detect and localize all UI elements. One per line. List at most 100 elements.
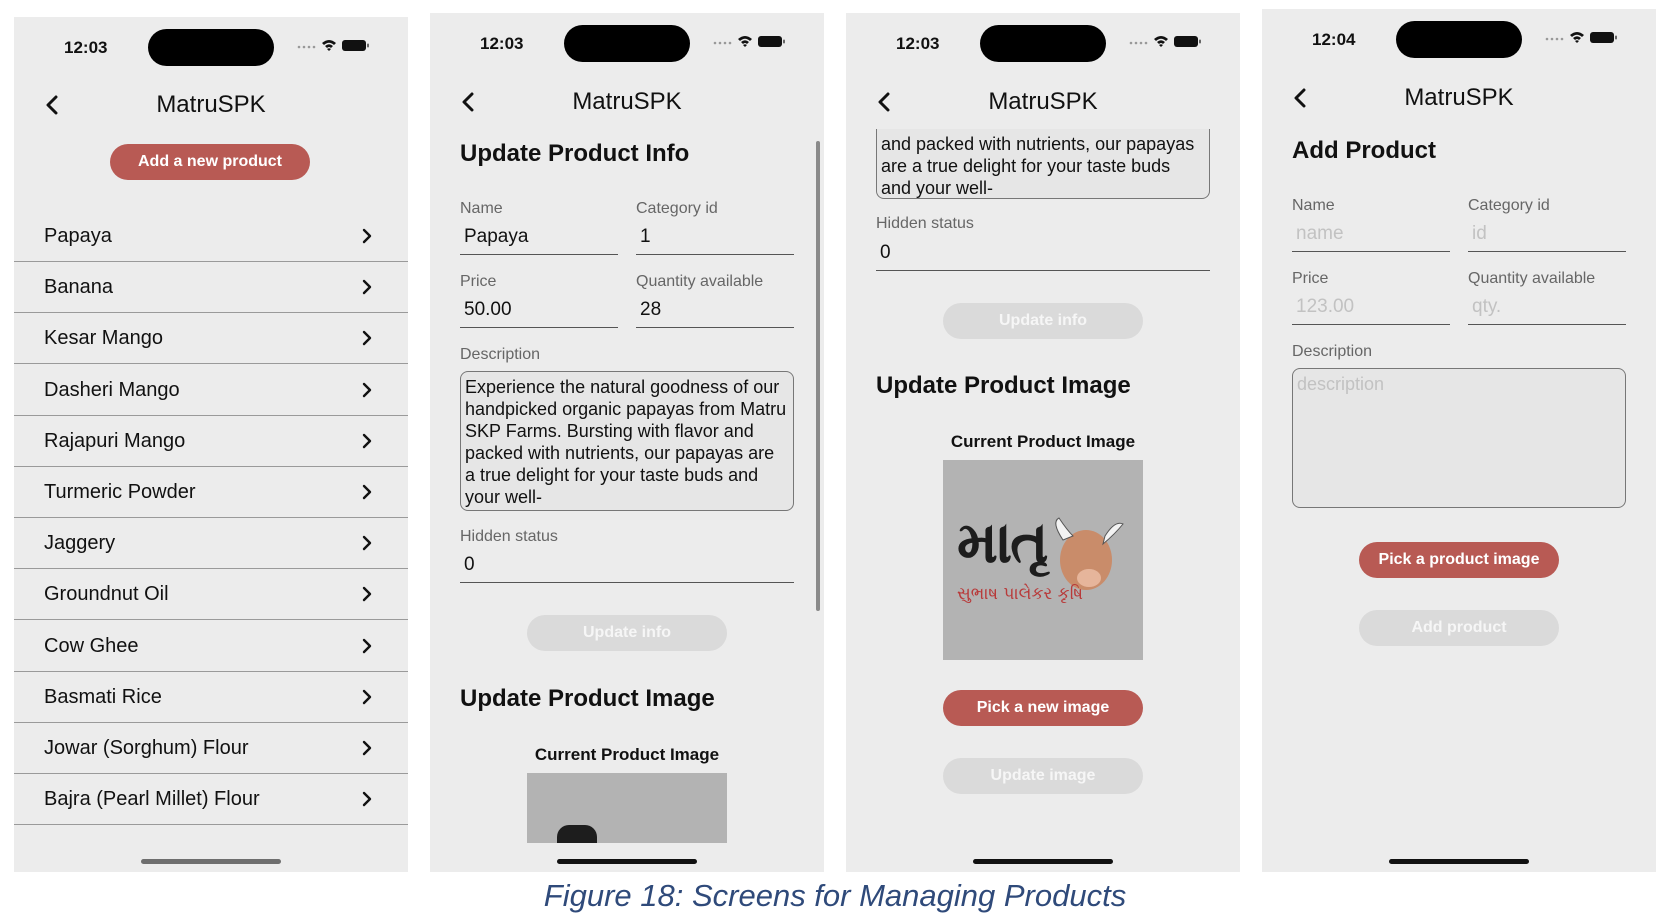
price-field[interactable]: 123.00 bbox=[1292, 293, 1450, 325]
update-product-scrolled-screen: 12:03 MatruSPK and packed with nutrients… bbox=[846, 13, 1240, 872]
home-indicator bbox=[141, 859, 281, 864]
dynamic-island bbox=[980, 25, 1106, 62]
nav-title: MatruSPK bbox=[156, 91, 266, 118]
update-info-button[interactable]: Update info bbox=[527, 615, 727, 651]
product-name: Rajapuri Mango bbox=[44, 429, 186, 452]
current-product-image: માતૃ સુભાષ પાલેકર કૃષિ bbox=[943, 460, 1143, 660]
scroll-indicator[interactable] bbox=[816, 141, 820, 611]
chevron-right-icon bbox=[362, 689, 372, 704]
nav-bar: MatruSPK bbox=[1262, 78, 1656, 118]
quantity-label: Quantity available bbox=[636, 273, 764, 290]
update-info-heading: Update Product Info bbox=[460, 140, 690, 167]
status-bar: 12:04 bbox=[1262, 9, 1656, 69]
chevron-right-icon bbox=[362, 791, 372, 807]
status-time: 12:03 bbox=[480, 34, 524, 53]
description-field[interactable]: description bbox=[1292, 368, 1626, 508]
chevron-right-icon bbox=[362, 638, 372, 653]
hidden-status-field[interactable]: 0 bbox=[460, 551, 794, 583]
nav-bar: MatruSPK bbox=[14, 85, 408, 125]
price-label: Price bbox=[1292, 270, 1329, 287]
quantity-field[interactable]: qty. bbox=[1468, 293, 1626, 325]
name-field[interactable]: name bbox=[1292, 220, 1450, 252]
name-field[interactable]: Papaya bbox=[460, 223, 618, 255]
status-bar: 12:03 bbox=[430, 13, 824, 73]
product-list-item[interactable]: Papaya bbox=[14, 211, 408, 262]
update-product-screen: 12:03 MatruSPK Update Product Info Name … bbox=[430, 13, 824, 872]
chevron-right-icon bbox=[362, 535, 372, 551]
product-name: Basmati Rice bbox=[44, 685, 162, 708]
pick-product-image-button[interactable]: Pick a product image bbox=[1359, 542, 1559, 578]
product-list-item[interactable]: Kesar Mango bbox=[14, 313, 408, 365]
quantity-field[interactable]: 28 bbox=[636, 296, 794, 328]
product-list-item[interactable]: Bajra (Pearl Millet) Flour bbox=[14, 774, 408, 826]
product-name: Dasheri Mango bbox=[44, 378, 180, 401]
product-list-item[interactable]: Jaggery bbox=[14, 518, 408, 570]
product-list-item[interactable]: Basmati Rice bbox=[14, 672, 408, 723]
nav-title: MatruSPK bbox=[572, 88, 682, 115]
hidden-status-label: Hidden status bbox=[460, 528, 558, 545]
home-indicator bbox=[1389, 859, 1529, 864]
logo-sub-text: સુભાષ પાલેકર કૃષિ bbox=[957, 584, 1084, 604]
status-time: 12:03 bbox=[64, 38, 108, 57]
add-product-button[interactable]: Add product bbox=[1359, 610, 1559, 646]
chevron-right-icon bbox=[362, 587, 372, 602]
chevron-right-icon bbox=[362, 279, 372, 295]
chevron-right-icon bbox=[362, 382, 372, 397]
description-field[interactable]: Experience the natural goodness of our h… bbox=[460, 371, 794, 511]
status-time: 12:03 bbox=[896, 34, 940, 53]
update-image-button[interactable]: Update image bbox=[943, 758, 1143, 794]
chevron-right-icon bbox=[362, 331, 372, 346]
chevron-right-icon bbox=[362, 228, 372, 244]
update-image-heading: Update Product Image bbox=[876, 372, 1131, 399]
status-time: 12:04 bbox=[1312, 30, 1356, 49]
pick-new-image-button[interactable]: Pick a new image bbox=[943, 690, 1143, 726]
status-icons bbox=[1129, 36, 1201, 47]
product-name: Papaya bbox=[44, 225, 112, 247]
update-info-button[interactable]: Update info bbox=[943, 303, 1143, 339]
description-label: Description bbox=[1292, 343, 1373, 360]
home-indicator bbox=[557, 859, 697, 864]
product-name: Groundnut Oil bbox=[44, 583, 169, 606]
nav-bar: MatruSPK bbox=[430, 82, 824, 122]
dynamic-island bbox=[1396, 21, 1522, 58]
home-indicator bbox=[973, 859, 1113, 864]
product-list-item[interactable]: Rajapuri Mango bbox=[14, 416, 408, 467]
category-id-label: Category id bbox=[636, 200, 718, 217]
category-id-field[interactable]: 1 bbox=[636, 223, 794, 255]
category-id-field[interactable]: id bbox=[1468, 220, 1626, 252]
status-icons bbox=[297, 40, 369, 51]
product-name: Cow Ghee bbox=[44, 634, 139, 657]
figure-caption: Figure 18: Screens for Managing Products bbox=[543, 878, 1127, 913]
product-name: Jowar (Sorghum) Flour bbox=[44, 737, 249, 759]
hidden-status-field[interactable]: 0 bbox=[876, 239, 1210, 271]
product-name: Jaggery bbox=[44, 532, 116, 555]
name-label: Name bbox=[1292, 197, 1335, 214]
current-product-image bbox=[527, 773, 727, 843]
status-bar: 12:03 bbox=[846, 13, 1240, 73]
product-list-item[interactable]: Turmeric Powder bbox=[14, 467, 408, 518]
product-list-item[interactable]: Cow Ghee bbox=[14, 621, 408, 672]
chevron-right-icon bbox=[362, 740, 372, 756]
hidden-status-label: Hidden status bbox=[876, 215, 974, 232]
nav-title: MatruSPK bbox=[1404, 84, 1514, 111]
nav-title: MatruSPK bbox=[988, 88, 1098, 115]
description-field[interactable]: and packed with nutrients, our papayas a… bbox=[876, 129, 1210, 199]
logo-main-text: માતૃ bbox=[957, 508, 1049, 576]
product-list-item[interactable]: Jowar (Sorghum) Flour bbox=[14, 723, 408, 774]
product-list-item[interactable]: Groundnut Oil bbox=[14, 569, 408, 621]
name-label: Name bbox=[460, 200, 503, 217]
product-list-item[interactable]: Dasheri Mango bbox=[14, 365, 408, 416]
product-name: Bajra (Pearl Millet) Flour bbox=[44, 788, 260, 811]
add-new-product-button[interactable]: Add a new product bbox=[110, 144, 310, 180]
chevron-right-icon bbox=[362, 433, 372, 448]
nav-bar: MatruSPK bbox=[846, 82, 1240, 122]
product-list-screen: 12:03 MatruSPK Add a new product Papaya B… bbox=[14, 17, 408, 872]
add-product-heading: Add Product bbox=[1292, 137, 1436, 164]
product-logo-partial bbox=[557, 825, 597, 843]
dynamic-island bbox=[564, 25, 690, 62]
product-list-item[interactable]: Banana bbox=[14, 262, 408, 314]
description-label: Description bbox=[460, 346, 541, 363]
price-field[interactable]: 50.00 bbox=[460, 296, 618, 328]
chevron-right-icon bbox=[362, 484, 372, 500]
category-id-label: Category id bbox=[1468, 197, 1550, 214]
